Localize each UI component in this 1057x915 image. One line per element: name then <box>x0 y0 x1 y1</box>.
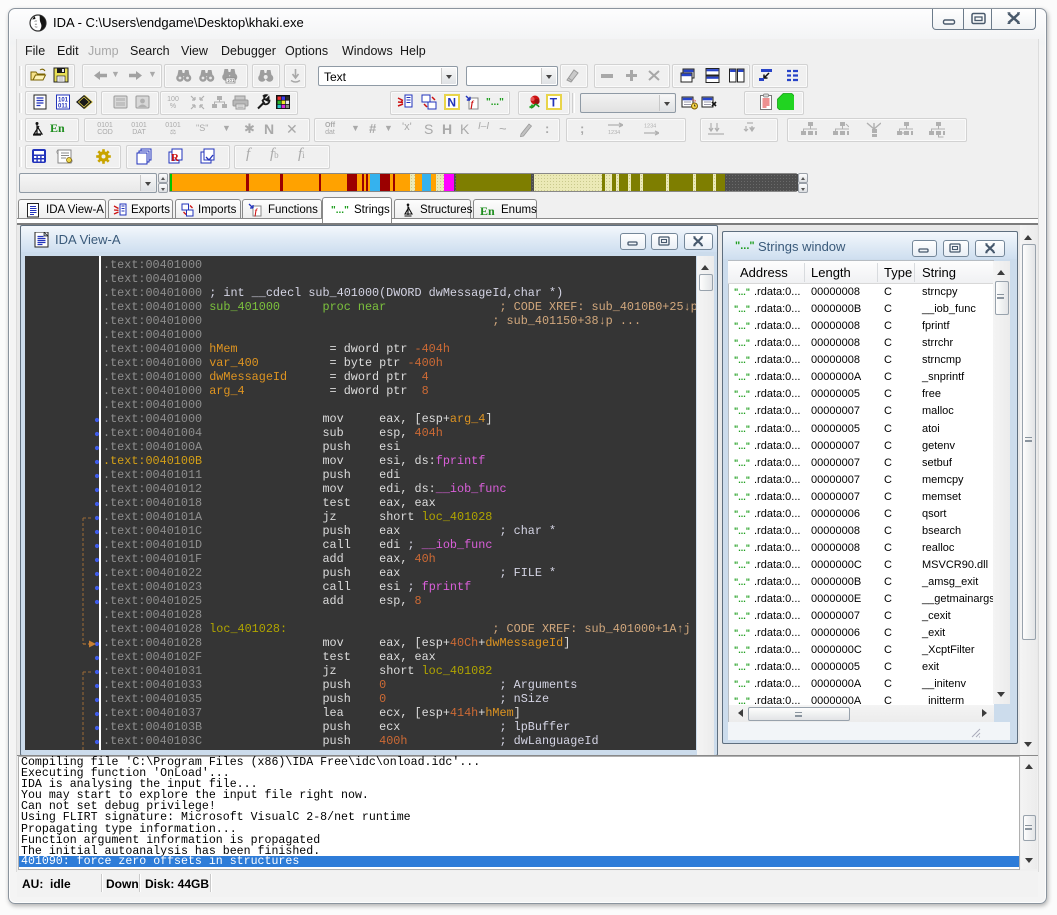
svg-text:T: T <box>550 96 558 110</box>
svg-text:101: 101 <box>227 78 235 83</box>
svg-text:1234: 1234 <box>608 130 620 136</box>
svg-text:011: 011 <box>58 104 68 110</box>
svg-text:R: R <box>171 152 180 164</box>
svg-text:1234: 1234 <box>644 124 656 130</box>
svg-text:N: N <box>447 96 456 110</box>
